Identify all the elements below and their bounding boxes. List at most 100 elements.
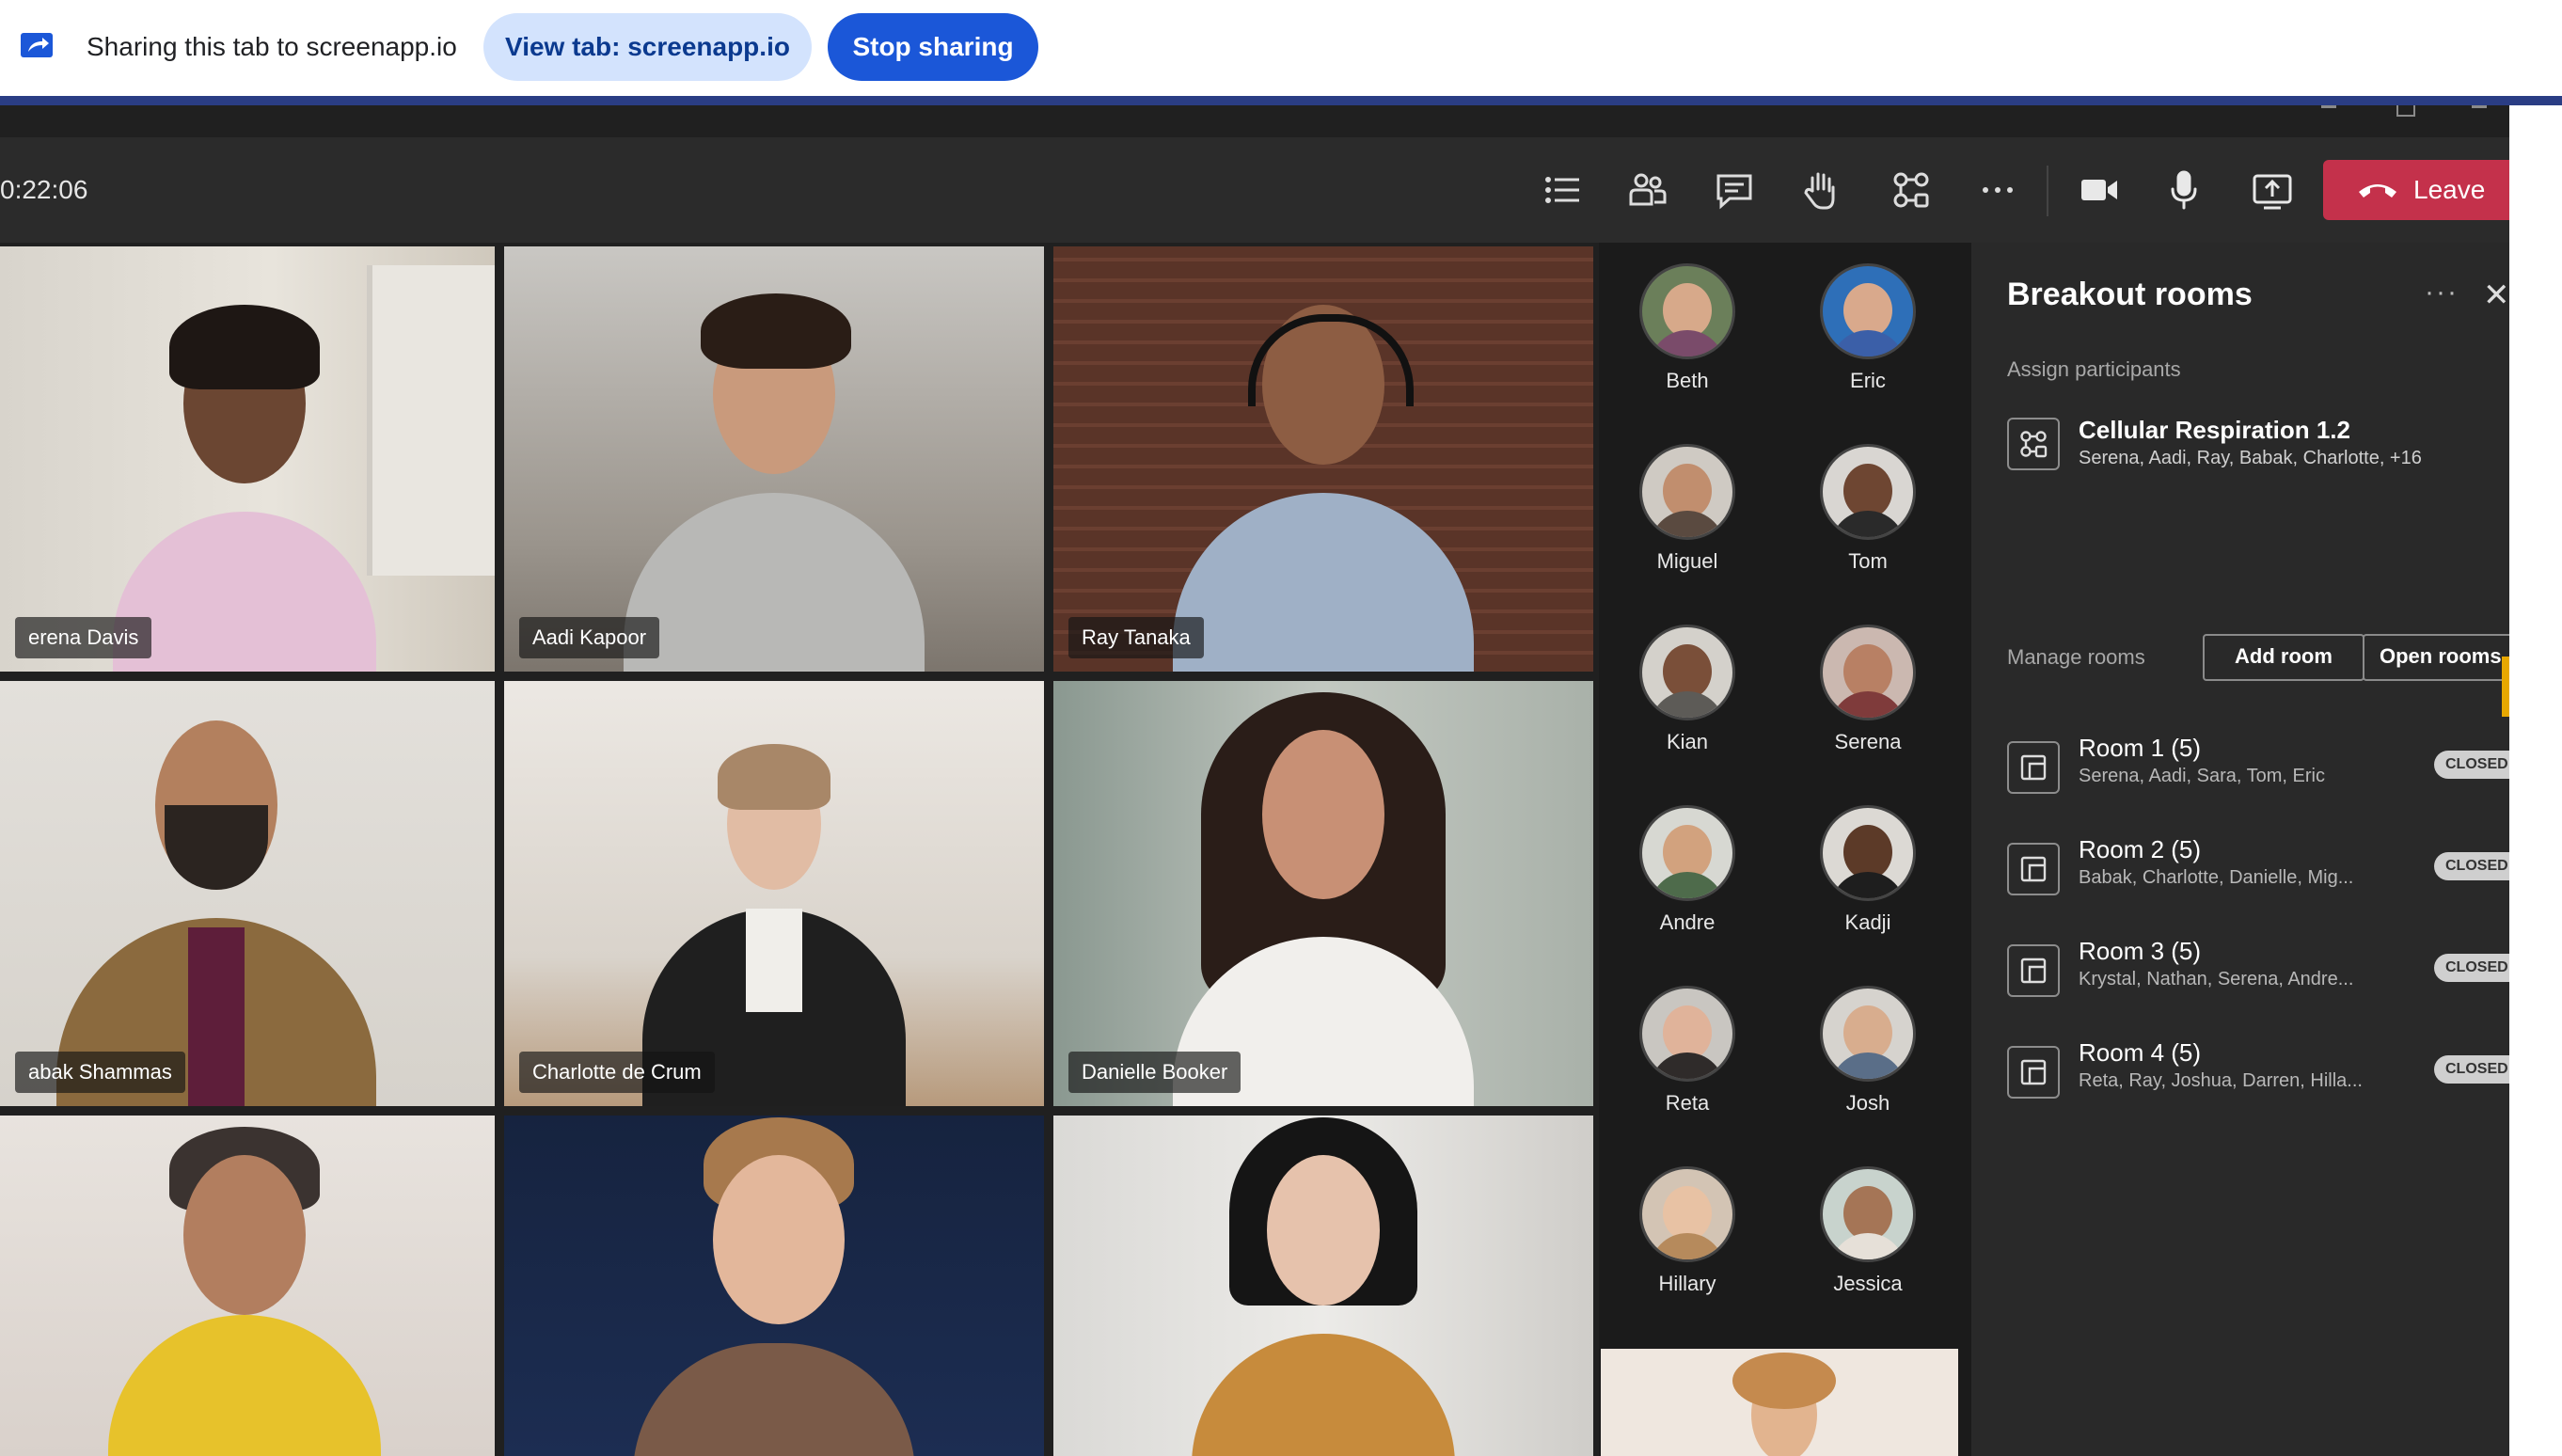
raise-hand-icon[interactable] (1795, 164, 1847, 216)
panel-title: Breakout rooms (2007, 277, 2253, 312)
avatar (1820, 805, 1916, 901)
room-status-badge: CLOSED (2434, 954, 2521, 982)
close-icon[interactable]: ✕ (2483, 277, 2510, 314)
share-screen-icon[interactable] (2246, 164, 2299, 216)
video-tile[interactable]: Danielle Booker (1053, 681, 1593, 1106)
participant-name: Eric (1850, 369, 1886, 392)
gallery-participant[interactable]: Tom (1783, 444, 1953, 574)
gallery-participant[interactable]: Eric (1783, 263, 1953, 393)
room-icon (2007, 1046, 2060, 1099)
gallery-participant[interactable]: Jessica (1783, 1166, 1953, 1296)
assign-participants-label: Assign participants (2007, 357, 2181, 381)
participant-video (614, 1117, 934, 1456)
leave-button[interactable]: Leave (2323, 160, 2509, 220)
view-tab-button[interactable]: View tab: screenapp.io (483, 13, 812, 81)
window-controls (2302, 105, 2509, 119)
participant-video (103, 295, 386, 672)
avatar (1820, 625, 1916, 720)
breakout-rooms-icon (2007, 418, 2060, 470)
room-members: Krystal, Nathan, Serena, Andre... (2079, 969, 2354, 989)
avatar (1639, 805, 1735, 901)
room-title: Room 4 (5) (2079, 1038, 2202, 1067)
people-icon[interactable] (1621, 164, 1674, 216)
tab-sharing-bar: Sharing this tab to screenapp.io View ta… (0, 0, 2562, 96)
add-room-button[interactable]: Add room (2203, 634, 2364, 681)
avatar (1820, 1166, 1916, 1262)
video-gallery: erena Davis Aadi Kapoor Ray Tanaka abak … (0, 246, 1599, 1456)
video-tile[interactable]: Charlotte de Crum (504, 681, 1044, 1106)
avatar (1820, 444, 1916, 540)
video-tile[interactable] (1053, 1116, 1593, 1456)
manage-rooms-label: Manage rooms (2007, 645, 2145, 669)
room-title: Room 3 (5) (2079, 937, 2202, 965)
minimize-icon[interactable] (2321, 105, 2336, 108)
list-icon[interactable] (1537, 164, 1589, 216)
avatar (1639, 263, 1735, 359)
participant-name: Reta (1665, 1091, 1710, 1115)
gallery-participant[interactable]: Andre (1603, 805, 1772, 935)
participant-name: Beth (1666, 369, 1709, 392)
sharing-status-text: Sharing this tab to screenapp.io (87, 32, 457, 61)
participant-name: Miguel (1656, 549, 1718, 573)
sharing-indicator-border (0, 96, 2562, 105)
toolbar-divider (2047, 166, 2048, 216)
room-status-badge: CLOSED (2434, 751, 2521, 779)
room-title: Room 2 (5) (2079, 835, 2202, 863)
gallery-participant[interactable]: Hillary (1603, 1166, 1772, 1296)
participant-name-label: Ray Tanaka (1068, 617, 1204, 658)
gallery-participant[interactable]: Beth (1603, 263, 1772, 393)
window-edge (2509, 105, 2562, 1456)
avatar (1639, 444, 1735, 540)
participant-video (619, 720, 929, 1106)
participant-name: Kadji (1844, 910, 1891, 934)
room-title: Room 1 (5) (2079, 734, 2202, 762)
participant-name-label: Charlotte de Crum (519, 1052, 715, 1093)
breakout-rooms-icon[interactable] (1885, 164, 1937, 216)
video-tile[interactable] (0, 1116, 495, 1456)
microphone-icon[interactable] (2158, 164, 2210, 216)
stop-sharing-button[interactable]: Stop sharing (828, 13, 1038, 81)
gallery-participant[interactable]: Kadji (1783, 805, 1953, 935)
more-options-icon[interactable]: ··· (2425, 277, 2459, 309)
scroll-indicator (2502, 657, 2509, 717)
maximize-icon[interactable] (2396, 105, 2415, 117)
gallery-participant[interactable]: Kian (1603, 625, 1772, 754)
room-members: Babak, Charlotte, Danielle, Mig... (2079, 867, 2354, 888)
video-tile[interactable]: Aadi Kapoor (504, 246, 1044, 672)
participant-video (1173, 1117, 1474, 1456)
tab-share-icon (21, 33, 53, 57)
self-view-thumbnail[interactable] (1601, 1349, 1958, 1456)
video-tile[interactable] (504, 1116, 1044, 1456)
room-status-badge: CLOSED (2434, 1055, 2521, 1084)
meeting-toolbar: 0:22:06 Leave (0, 137, 2509, 251)
camera-icon[interactable] (2073, 164, 2126, 216)
gallery-participant[interactable]: Reta (1603, 986, 1772, 1116)
gallery-participant[interactable]: Josh (1783, 986, 1953, 1116)
room-icon (2007, 843, 2060, 895)
close-window-icon[interactable] (2472, 105, 2487, 108)
leave-label: Leave (2413, 175, 2486, 204)
participant-name: Andre (1659, 910, 1716, 934)
teams-meeting-window: 0:22:06 Leave erena Davis Aadi Kapoor Ra… (0, 105, 2526, 1456)
video-tile[interactable]: erena Davis (0, 246, 495, 672)
breakout-rooms-panel: Breakout rooms ··· ✕ Assign participants… (1971, 243, 2526, 1456)
participant-video (89, 1127, 400, 1456)
participant-video (47, 702, 386, 1106)
participant-name: Serena (1834, 730, 1902, 753)
participant-name: Jessica (1833, 1272, 1903, 1295)
participant-name: Hillary (1658, 1272, 1716, 1295)
room-members: Serena, Aadi, Sara, Tom, Eric (2079, 766, 2325, 786)
video-tile[interactable]: abak Shammas (0, 681, 495, 1106)
participant-gallery: Beth Eric Miguel Tom Kian Serena Andre K… (1599, 243, 1971, 1456)
video-tile[interactable]: Ray Tanaka (1053, 246, 1593, 672)
participant-video (1154, 692, 1493, 1106)
room-members: Reta, Ray, Joshua, Darren, Hilla... (2079, 1070, 2363, 1091)
phone-hangup-icon (2359, 184, 2396, 198)
participant-name-label: erena Davis (15, 617, 152, 658)
participant-name: Tom (1848, 549, 1888, 573)
chat-icon[interactable] (1708, 164, 1761, 216)
more-icon[interactable] (1971, 164, 2024, 216)
gallery-participant[interactable]: Miguel (1603, 444, 1772, 574)
gallery-participant[interactable]: Serena (1783, 625, 1953, 754)
participant-name-label: Danielle Booker (1068, 1052, 1241, 1093)
